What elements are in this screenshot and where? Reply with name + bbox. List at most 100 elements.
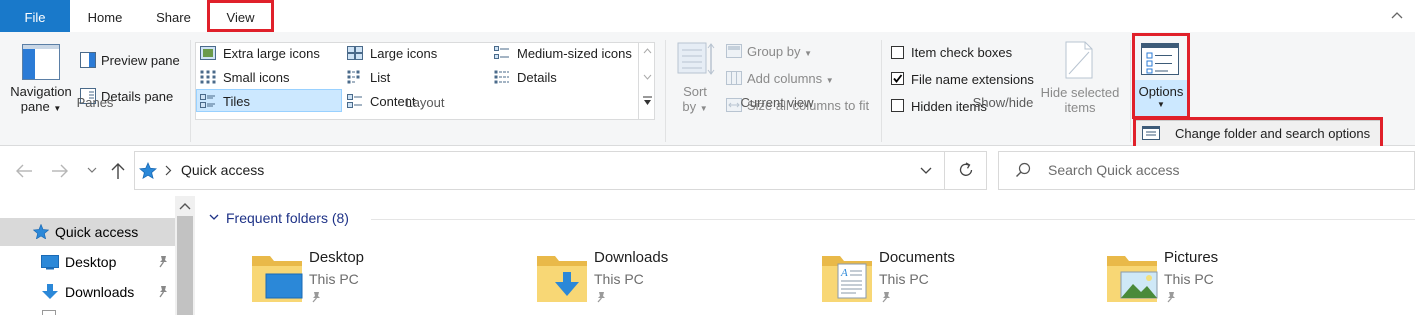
sidebar-item-label: Quick access — [55, 224, 139, 240]
folder-location: This PC — [879, 271, 929, 287]
scrollbar-thumb[interactable] — [177, 216, 193, 315]
list-option[interactable]: List — [370, 70, 390, 85]
tab-share[interactable]: Share — [140, 0, 207, 32]
sort-by-button[interactable]: Sort by ▼ — [676, 84, 714, 114]
pin-icon[interactable] — [157, 255, 169, 268]
address-path[interactable]: Quick access — [181, 162, 264, 178]
pin-icon — [312, 292, 320, 303]
hidden-items-checkbox[interactable] — [891, 99, 904, 112]
downloads-folder-icon — [537, 256, 587, 302]
recent-locations-icon[interactable] — [87, 167, 97, 174]
svg-text:A: A — [840, 267, 848, 279]
address-dropdown-icon[interactable] — [920, 167, 932, 175]
desktop-folder-icon — [252, 256, 303, 302]
small-icons-option[interactable]: Small icons — [223, 70, 289, 85]
show-hide-group-label: Show/hide — [972, 95, 1034, 110]
scroll-up-icon[interactable] — [179, 202, 191, 210]
refresh-icon[interactable] — [958, 162, 974, 178]
pin-icon — [597, 292, 605, 303]
tiles-icon — [200, 94, 215, 108]
details-option[interactable]: Details — [517, 70, 557, 85]
hide-selected-items-button[interactable]: Hide selected items — [1038, 85, 1122, 115]
file-name-extensions-label[interactable]: File name extensions — [911, 72, 1034, 87]
large-icons-option[interactable]: Large icons — [370, 46, 437, 61]
extra-large-icons-icon — [200, 46, 216, 60]
section-divider — [371, 219, 1415, 220]
breadcrumb-chevron-icon[interactable] — [165, 165, 172, 176]
group-divider — [881, 40, 882, 142]
gallery-scroll — [638, 42, 655, 120]
preview-pane-icon — [80, 52, 96, 68]
tiles-selected-highlight — [196, 89, 342, 112]
item-check-boxes-checkbox[interactable] — [891, 46, 904, 59]
pictures-folder-icon — [1107, 256, 1158, 302]
file-name-extensions-checkbox[interactable] — [891, 72, 904, 85]
pin-icon[interactable] — [157, 285, 169, 298]
folder-name: Desktop — [309, 249, 365, 266]
hide-selected-items-icon — [1065, 41, 1093, 79]
medium-icons-icon — [494, 46, 509, 59]
options-label: Options — [1138, 84, 1184, 99]
options-icon — [1141, 43, 1179, 75]
group-divider — [190, 40, 191, 142]
sort-by-label2: by ▼ — [682, 99, 708, 114]
tab-file[interactable]: File — [0, 0, 70, 32]
folder-tile-pictures[interactable]: Pictures This PC — [1105, 248, 1375, 308]
group-divider — [665, 40, 666, 142]
folder-location: This PC — [594, 271, 644, 287]
tab-home[interactable]: Home — [70, 0, 140, 32]
frequent-folders-header[interactable]: Frequent folders (8) — [226, 210, 349, 226]
forward-icon[interactable] — [51, 164, 69, 178]
folder-tile-documents[interactable]: A Documents This PC — [820, 248, 1090, 308]
gallery-down-icon[interactable] — [643, 74, 652, 80]
folder-tile-desktop[interactable]: Desktop This PC — [250, 248, 520, 308]
pin-icon — [1167, 292, 1175, 303]
gallery-up-icon[interactable] — [643, 48, 652, 54]
sort-by-label1: Sort — [683, 84, 707, 99]
layout-group-label: Layout — [405, 95, 445, 110]
sidebar-item-desktop[interactable]: Desktop — [0, 248, 175, 276]
list-icon — [347, 70, 360, 84]
search-input[interactable]: Search Quick access — [1048, 162, 1180, 178]
tiles-option[interactable]: Tiles — [223, 94, 250, 109]
group-by-icon — [726, 44, 742, 58]
preview-pane-button[interactable]: Preview pane — [101, 53, 180, 68]
quick-access-star-icon — [139, 162, 157, 179]
navigation-pane-icon — [22, 44, 60, 80]
folder-name: Downloads — [594, 249, 669, 266]
view-tab-highlight — [207, 0, 274, 32]
hide-selected-label2: items — [1064, 100, 1096, 115]
add-columns-icon — [726, 71, 742, 85]
collapse-ribbon-icon[interactable] — [1391, 11, 1403, 19]
desktop-icon — [41, 255, 59, 270]
documents-folder-icon: A — [822, 256, 872, 302]
sidebar-item-label: Desktop — [65, 254, 117, 270]
group-by-button[interactable]: Group by ▼ — [747, 44, 812, 59]
medium-icons-option[interactable]: Medium-sized icons — [517, 46, 632, 61]
star-icon — [33, 224, 49, 239]
panes-group-label: Panes — [76, 95, 114, 110]
back-icon[interactable] — [15, 164, 33, 178]
sidebar-item-downloads[interactable]: Downloads — [0, 278, 175, 306]
large-icons-icon — [347, 46, 363, 60]
details-icon — [494, 70, 509, 84]
folder-tile-downloads[interactable]: Downloads This PC — [535, 248, 805, 308]
hide-selected-label1: Hide selected — [1040, 85, 1120, 100]
extra-large-icons-option[interactable]: Extra large icons — [223, 46, 320, 61]
folder-name: Pictures — [1164, 249, 1219, 266]
folder-location: This PC — [309, 271, 359, 287]
add-columns-button[interactable]: Add columns ▼ — [747, 71, 834, 86]
folder-name: Documents — [879, 249, 955, 266]
sidebar-item-quick-access[interactable]: Quick access — [0, 218, 175, 246]
ribbon-tab-bar: File Home Share View — [0, 0, 1415, 32]
pin-icon — [882, 292, 890, 303]
item-check-boxes-label[interactable]: Item check boxes — [911, 45, 1012, 60]
options-button[interactable]: Options ▼ — [1134, 84, 1188, 111]
checkmark-icon — [893, 74, 903, 83]
up-icon[interactable] — [111, 162, 125, 180]
gallery-more-icon[interactable] — [642, 96, 653, 106]
small-icons-icon — [200, 70, 216, 84]
collapse-section-icon[interactable] — [209, 214, 219, 221]
search-icon — [1016, 162, 1031, 177]
folder-location: This PC — [1164, 271, 1214, 287]
